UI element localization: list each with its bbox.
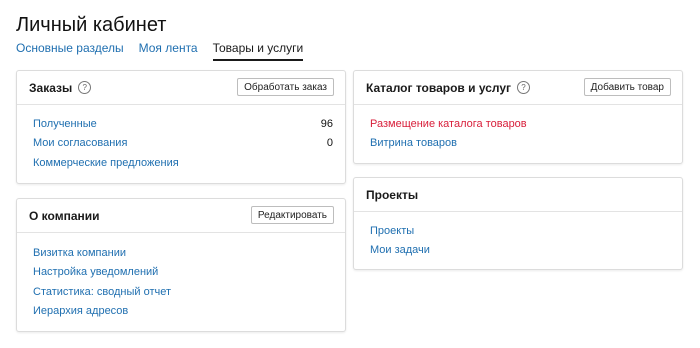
orders-card-title: Заказы	[29, 80, 73, 95]
tab-main-sections[interactable]: Основные разделы	[16, 41, 124, 61]
help-icon[interactable]: ?	[517, 81, 531, 94]
list-item: Размещение каталога товаров	[370, 114, 670, 134]
company-card: О компании Редактировать Визитка компани…	[16, 198, 346, 332]
tab-my-feed[interactable]: Моя лента	[139, 41, 198, 61]
orders-card-body: Полученные 96 Мои согласования 0 Коммерч…	[17, 105, 345, 173]
process-order-button[interactable]: Обработать заказ	[237, 78, 334, 96]
my-approvals-count: 0	[326, 137, 333, 150]
projects-link[interactable]: Проекты	[370, 225, 414, 237]
address-hierarchy-link[interactable]: Иерархия адресов	[33, 305, 128, 317]
list-item: Полученные 96	[33, 114, 333, 134]
page-title: Личный кабинет	[16, 14, 167, 36]
help-icon[interactable]: ?	[78, 81, 92, 94]
catalog-card-header: Каталог товаров и услуг ? Добавить товар	[354, 71, 682, 105]
catalog-placement-link[interactable]: Размещение каталога товаров	[370, 118, 527, 130]
company-card-body: Визитка компании Настройка уведомлений С…	[17, 233, 345, 321]
received-orders-link[interactable]: Полученные	[33, 118, 97, 130]
my-approvals-link[interactable]: Мои согласования	[33, 137, 127, 149]
list-item: Мои согласования 0	[33, 134, 333, 154]
my-tasks-link[interactable]: Мои задачи	[370, 244, 430, 256]
projects-card: Проекты Проекты Мои задачи	[353, 177, 683, 270]
list-item: Витрина товаров	[370, 134, 670, 154]
list-item: Коммерческие предложения	[33, 153, 333, 173]
tab-bar: Основные разделы Моя лента Товары и услу…	[16, 41, 304, 61]
list-item: Настройка уведомлений	[33, 263, 333, 283]
tab-goods-services[interactable]: Товары и услуги	[212, 41, 304, 61]
list-item: Проекты	[370, 221, 670, 241]
projects-card-title: Проекты	[366, 187, 419, 202]
list-item: Мои задачи	[370, 241, 670, 261]
commercial-offers-link[interactable]: Коммерческие предложения	[33, 157, 179, 169]
catalog-card-body: Размещение каталога товаров Витрина това…	[354, 105, 682, 153]
add-product-button[interactable]: Добавить товар	[583, 78, 671, 96]
edit-button[interactable]: Редактировать	[250, 206, 334, 224]
projects-card-body: Проекты Мои задачи	[354, 212, 682, 260]
company-card-title: О компании	[29, 208, 100, 223]
catalog-card-title: Каталог товаров и услуг	[366, 80, 512, 95]
statistics-report-link[interactable]: Статистика: сводный отчет	[33, 286, 171, 298]
product-showcase-link[interactable]: Витрина товаров	[370, 137, 457, 149]
projects-card-header: Проекты	[354, 178, 682, 212]
company-card-link[interactable]: Визитка компании	[33, 247, 126, 259]
received-orders-count: 96	[320, 117, 333, 130]
catalog-card: Каталог товаров и услуг ? Добавить товар…	[353, 70, 683, 164]
orders-card-header: Заказы ? Обработать заказ	[17, 71, 345, 105]
company-card-header: О компании Редактировать	[17, 199, 345, 233]
list-item: Статистика: сводный отчет	[33, 282, 333, 302]
list-item: Визитка компании	[33, 243, 333, 263]
orders-card: Заказы ? Обработать заказ Полученные 96 …	[16, 70, 346, 184]
notification-settings-link[interactable]: Настройка уведомлений	[33, 266, 158, 278]
list-item: Иерархия адресов	[33, 302, 333, 322]
